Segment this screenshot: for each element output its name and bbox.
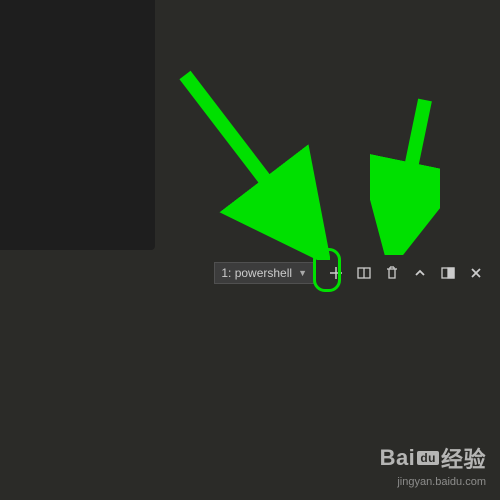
chevron-up-icon	[412, 265, 428, 281]
annotation-arrow-left	[170, 65, 330, 260]
watermark-brand-box: du	[417, 451, 439, 465]
split-panel-icon	[356, 265, 372, 281]
chevron-up-button[interactable]	[408, 261, 432, 285]
split-terminal-button[interactable]	[352, 261, 376, 285]
terminal-selector-label: 1: powershell	[221, 266, 292, 280]
terminal-toolbar: 1: powershell ▼	[0, 258, 500, 288]
trash-icon	[384, 265, 400, 281]
kill-terminal-button[interactable]	[380, 261, 404, 285]
terminal-selector[interactable]: 1: powershell ▼	[214, 262, 314, 284]
watermark-brand-left: Bai	[380, 445, 416, 471]
plus-icon	[328, 265, 344, 281]
editor-area	[0, 0, 155, 250]
watermark-brand-right: 经验	[441, 442, 486, 474]
watermark-brand: Bai du 经验	[380, 442, 486, 474]
new-terminal-button[interactable]	[324, 261, 348, 285]
annotation-arrow-right	[370, 95, 440, 255]
dropdown-caret-icon: ▼	[298, 268, 307, 278]
watermark-url: jingyan.baidu.com	[380, 476, 486, 488]
close-panel-button[interactable]	[464, 261, 488, 285]
maximize-panel-icon	[440, 265, 456, 281]
close-icon	[468, 265, 484, 281]
watermark: Bai du 经验 jingyan.baidu.com	[380, 442, 486, 488]
maximize-panel-button[interactable]	[436, 261, 460, 285]
